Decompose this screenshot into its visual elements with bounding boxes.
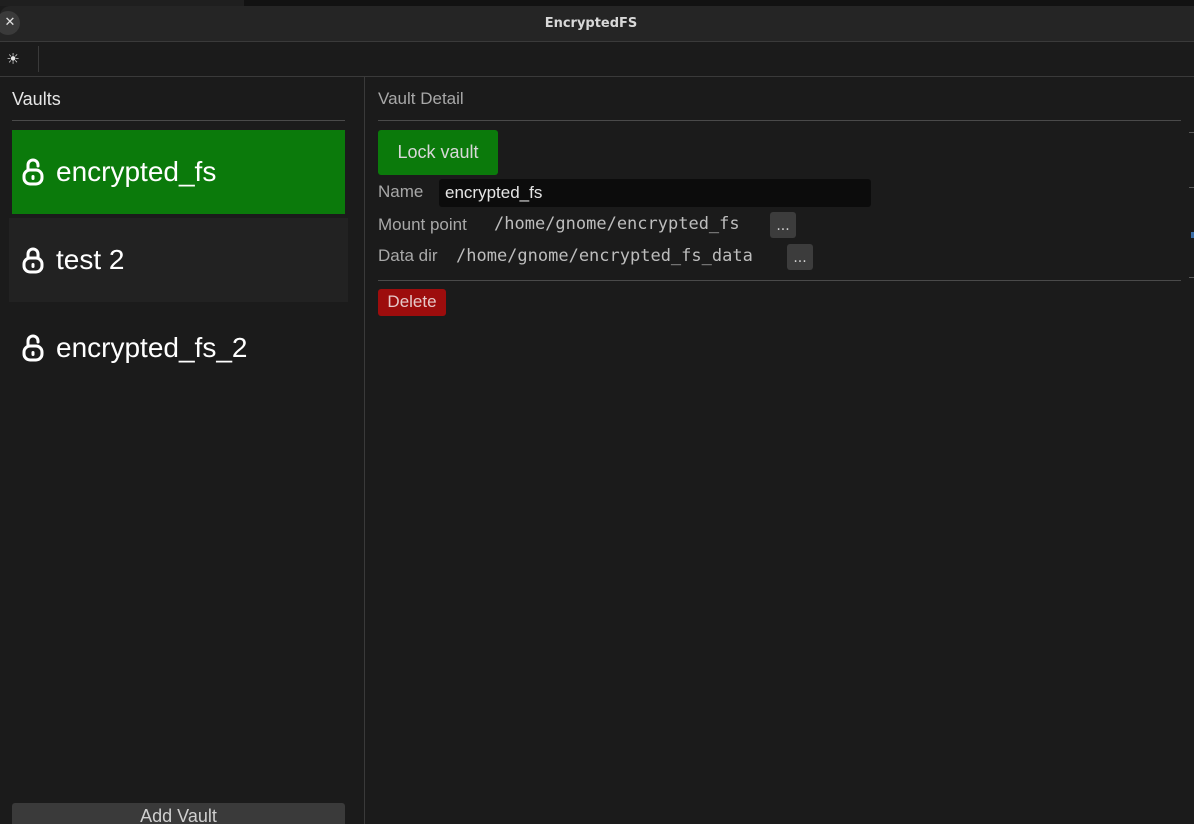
vault-item-encrypted-fs-2[interactable]: encrypted_fs_2 xyxy=(12,306,345,390)
edge-tick xyxy=(1189,277,1194,278)
lock-open-icon xyxy=(22,157,44,187)
data-dir-value: /home/gnome/encrypted_fs_data xyxy=(456,246,753,266)
vault-item-encrypted-fs[interactable]: encrypted_fs xyxy=(12,130,345,214)
add-vault-button[interactable]: Add Vault xyxy=(12,803,345,824)
vault-detail-panel: Vault Detail Lock vault Name Mount point… xyxy=(365,77,1181,824)
edge-tick xyxy=(1189,187,1194,188)
vaults-sidebar: Vaults encrypted_fs test 2 encrypted_fs_… xyxy=(0,77,365,824)
browse-mount-point-button[interactable]: ... xyxy=(770,212,796,238)
lock-open-icon xyxy=(22,333,44,363)
sidebar-heading: Vaults xyxy=(12,89,61,109)
detail-heading: Vault Detail xyxy=(378,89,464,108)
vault-item-label: encrypted_fs_2 xyxy=(56,332,248,363)
toolbar-separator xyxy=(38,46,39,72)
detail-divider xyxy=(378,120,1181,121)
toolbar: ☀ xyxy=(0,42,1194,77)
window-title: EncryptedFS xyxy=(544,16,638,31)
vault-item-test-2[interactable]: test 2 xyxy=(9,218,348,302)
data-dir-label: Data dir xyxy=(378,246,438,265)
sidebar-divider xyxy=(12,120,345,121)
vault-item-label: test 2 xyxy=(56,244,125,275)
edge-tick xyxy=(1189,132,1194,133)
mount-point-value: /home/gnome/encrypted_fs xyxy=(494,214,740,234)
mount-point-label: Mount point xyxy=(378,215,467,234)
lock-closed-icon xyxy=(22,245,44,275)
app-window: ✕ EncryptedFS ☀ Vaults encrypted_fs test… xyxy=(0,0,1194,824)
vault-item-label: encrypted_fs xyxy=(56,156,217,187)
name-input[interactable] xyxy=(439,179,871,207)
lock-vault-button[interactable]: Lock vault xyxy=(378,130,498,175)
sun-icon: ☀ xyxy=(6,50,20,68)
right-edge-strip xyxy=(1181,77,1194,824)
detail-divider xyxy=(378,280,1181,281)
theme-toggle-button[interactable]: ☀ xyxy=(4,50,22,68)
name-label: Name xyxy=(378,182,424,201)
delete-vault-button[interactable]: Delete xyxy=(378,289,446,316)
title-bar: ✕ EncryptedFS xyxy=(0,6,1194,42)
browse-data-dir-button[interactable]: ... xyxy=(787,244,813,270)
